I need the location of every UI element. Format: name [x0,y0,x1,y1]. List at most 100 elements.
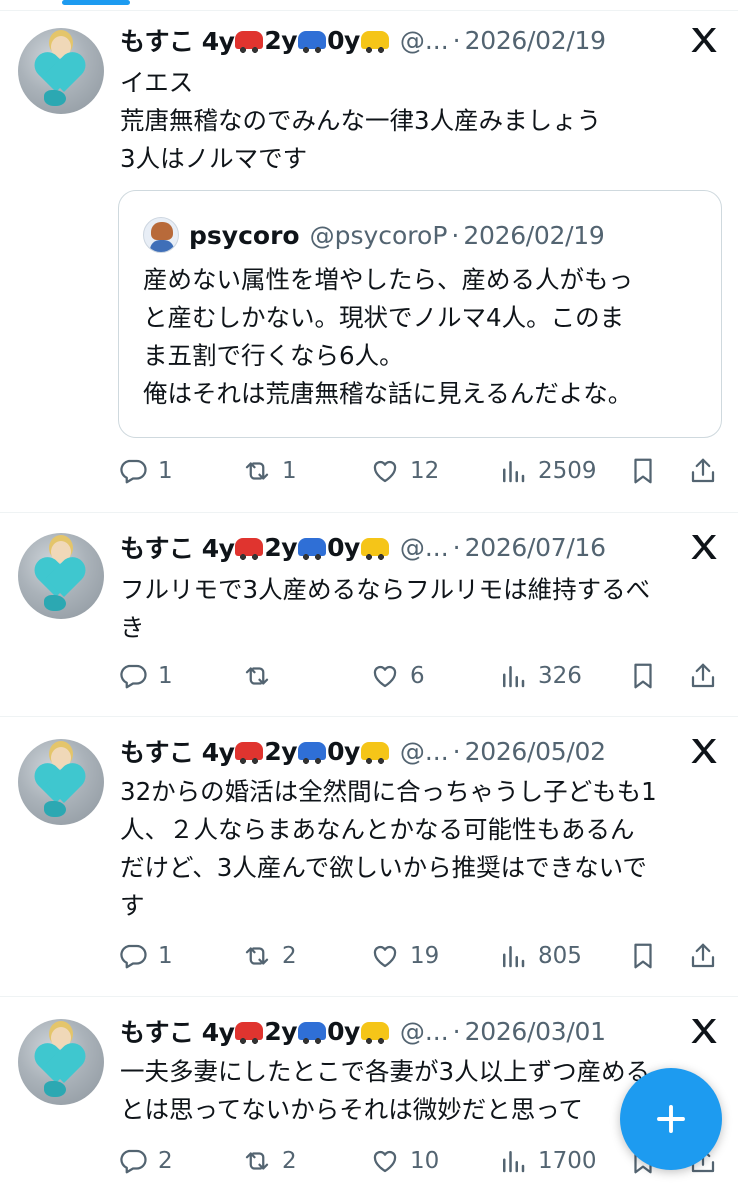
quoted-handle: @psycoroP [309,220,448,250]
share-button[interactable] [688,658,718,694]
retweet-count: 2 [282,943,297,969]
retweet-icon [245,1152,269,1170]
tweet-header: もすこ 4y 2y 0y @... · 2026/02/19 [120,20,720,60]
tweet-date[interactable]: 2026/05/02 [465,737,606,766]
compose-button[interactable] [620,1068,722,1170]
heart-icon [373,665,397,688]
action-bar: 1 6 326 [118,658,720,694]
avatar[interactable] [18,1019,104,1105]
quoted-tweet-header: psycoro @psycoroP · 2026/02/19 [143,217,605,253]
views-icon [503,666,525,688]
share-button[interactable] [688,938,718,974]
retweet-button[interactable]: 2 [242,1143,297,1179]
heart-icon [373,945,397,968]
tweet[interactable]: もすこ 4y 2y 0y @... · 2026/02/19 イエス 荒唐無稽な… [0,10,738,513]
blue-car-emoji-icon [298,538,327,560]
display-name[interactable]: もすこ 4y [120,529,235,565]
action-bar: 1 1 12 2509 [118,453,720,489]
red-car-emoji-icon [235,31,264,53]
share-button[interactable] [688,453,718,489]
like-button[interactable]: 12 [370,453,439,489]
taxi-emoji-icon [360,742,389,764]
x-logo-icon [691,1019,717,1043]
share-icon [691,458,715,483]
retweet-icon [245,667,269,685]
retweet-icon [245,462,269,480]
quoted-text: 産めない属性を増やしたら、産める人がもっ と産むしかない。現状でノルマ4人。この… [143,265,633,408]
active-tab-indicator [62,0,130,5]
handle[interactable]: @... [400,533,449,562]
reply-button[interactable]: 2 [118,1143,173,1179]
display-name[interactable]: もすこ 4y [120,22,235,58]
avatar[interactable] [18,28,104,114]
views-button[interactable]: 805 [498,938,582,974]
red-car-emoji-icon [235,538,264,560]
handle[interactable]: @... [400,1017,449,1046]
tweet[interactable]: もすこ 4y 2y 0y @... · 2026/07/16 フルリモで3人産め… [0,513,738,717]
avatar[interactable] [18,533,104,619]
display-name-part: 2y [264,25,298,55]
reply-icon [120,664,147,689]
like-count: 6 [410,663,425,689]
bookmark-button[interactable] [628,453,658,489]
display-name[interactable]: もすこ 4y [120,733,235,769]
retweet-button[interactable]: 1 [242,453,297,489]
bookmark-icon [634,663,652,689]
display-name-part: 0y [327,532,360,562]
reply-count: 1 [158,663,173,689]
retweet-count: 1 [282,458,297,484]
retweet-button[interactable]: 2 [242,938,297,974]
like-count: 10 [410,1148,440,1174]
tweet[interactable]: もすこ 4y 2y 0y @... · 2026/05/02 32からの婚活は全… [0,717,738,997]
share-icon [691,943,715,968]
retweet-count: 2 [282,1148,297,1174]
views-icon [503,1151,525,1173]
separator-dot: · [452,532,461,562]
tweet-header: もすこ 4y 2y 0y @... · 2026/03/01 [120,1011,720,1051]
views-button[interactable]: 326 [498,658,582,694]
plus-icon [657,1105,685,1133]
bookmark-icon [634,458,652,484]
taxi-emoji-icon [360,31,389,53]
heart-icon [373,1150,397,1173]
views-icon [503,461,525,483]
tweet-header: もすこ 4y 2y 0y @... · 2026/07/16 [120,527,720,567]
tweet-date[interactable]: 2026/03/01 [465,1017,606,1046]
tweet-header: もすこ 4y 2y 0y @... · 2026/05/02 [120,731,720,771]
reply-button[interactable]: 1 [118,658,173,694]
quoted-date: 2026/02/19 [463,220,605,250]
quoted-tweet[interactable]: psycoro @psycoroP · 2026/02/19 産めない属性を増や… [118,190,722,438]
display-name-part: 2y [264,532,298,562]
views-count: 1700 [538,1148,597,1174]
handle[interactable]: @... [400,737,449,766]
bookmark-button[interactable] [628,658,658,694]
avatar[interactable] [18,739,104,825]
tweet-text: フルリモで3人産めるならフルリモは維持するべ き [120,575,651,642]
like-button[interactable]: 19 [370,938,439,974]
heart-icon [373,460,397,483]
display-name-part: 0y [327,1016,360,1046]
retweet-icon [245,947,269,965]
separator-dot: · [451,220,460,250]
tweet-date[interactable]: 2026/07/16 [465,533,606,562]
quoted-avatar [143,217,179,253]
like-button[interactable]: 6 [370,658,425,694]
retweet-button[interactable] [242,658,282,694]
action-bar: 1 2 19 805 [118,938,720,974]
reply-button[interactable]: 1 [118,938,173,974]
display-name[interactable]: もすこ 4y [120,1013,235,1049]
views-button[interactable]: 2509 [498,453,597,489]
views-count: 805 [538,943,582,969]
x-logo-icon [691,28,717,52]
reply-button[interactable]: 1 [118,453,173,489]
like-button[interactable]: 10 [370,1143,439,1179]
reply-icon [120,944,147,969]
tweet-date[interactable]: 2026/02/19 [465,26,606,55]
display-name-part: 0y [327,25,360,55]
handle[interactable]: @... [400,26,449,55]
blue-car-emoji-icon [298,742,327,764]
taxi-emoji-icon [360,538,389,560]
views-button[interactable]: 1700 [498,1143,597,1179]
bookmark-button[interactable] [628,938,658,974]
x-logo-icon [691,739,717,763]
